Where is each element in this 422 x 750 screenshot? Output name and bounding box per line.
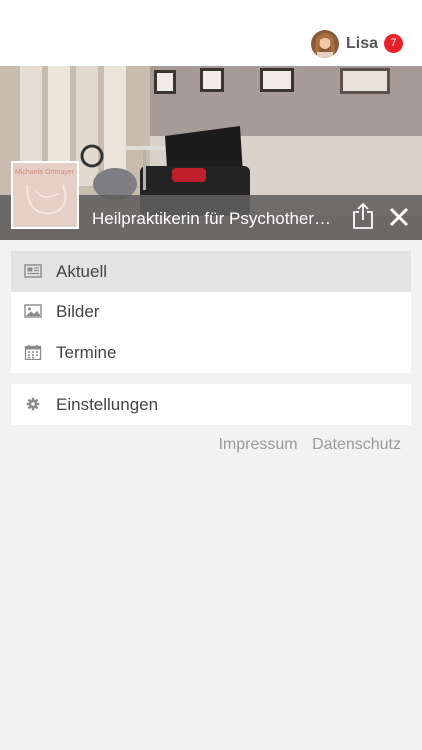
footer-links: Impressum Datenschutz xyxy=(218,436,401,454)
menu-item-einstellungen[interactable]: Einstellungen xyxy=(11,384,411,425)
notification-badge[interactable]: 7 xyxy=(384,34,403,53)
logo-text: Michaela Ortmayer xyxy=(15,169,75,176)
top-bar: Lisa 7 xyxy=(0,0,422,66)
menu-item-label: Termine xyxy=(56,343,117,362)
settings-menu: Einstellungen xyxy=(11,384,411,425)
menu-item-bilder[interactable]: Bilder xyxy=(11,291,411,332)
share-button[interactable] xyxy=(351,202,375,229)
impressum-link[interactable]: Impressum xyxy=(218,436,297,453)
close-icon xyxy=(389,207,409,227)
menu-item-label: Aktuell xyxy=(56,262,108,281)
share-icon xyxy=(353,202,373,229)
menu-item-label: Einstellungen xyxy=(56,395,159,414)
menu-item-termine[interactable]: Termine xyxy=(11,332,411,373)
avatar[interactable] xyxy=(311,30,339,58)
practice-logo: Michaela Ortmayer xyxy=(11,161,79,229)
gear-icon xyxy=(26,397,40,411)
menu-item-label: Bilder xyxy=(56,302,100,321)
newspaper-icon xyxy=(24,264,42,278)
menu-item-aktuell[interactable]: Aktuell xyxy=(11,251,411,292)
main-menu: Aktuell Bilder Termine xyxy=(11,251,411,373)
user-name[interactable]: Lisa xyxy=(346,35,378,53)
close-button[interactable] xyxy=(389,207,409,227)
datenschutz-link[interactable]: Datenschutz xyxy=(312,436,401,453)
calendar-icon xyxy=(24,345,42,360)
page-title: Heilpraktikerin für Psychotherapie xyxy=(92,209,340,228)
image-icon xyxy=(24,304,42,318)
